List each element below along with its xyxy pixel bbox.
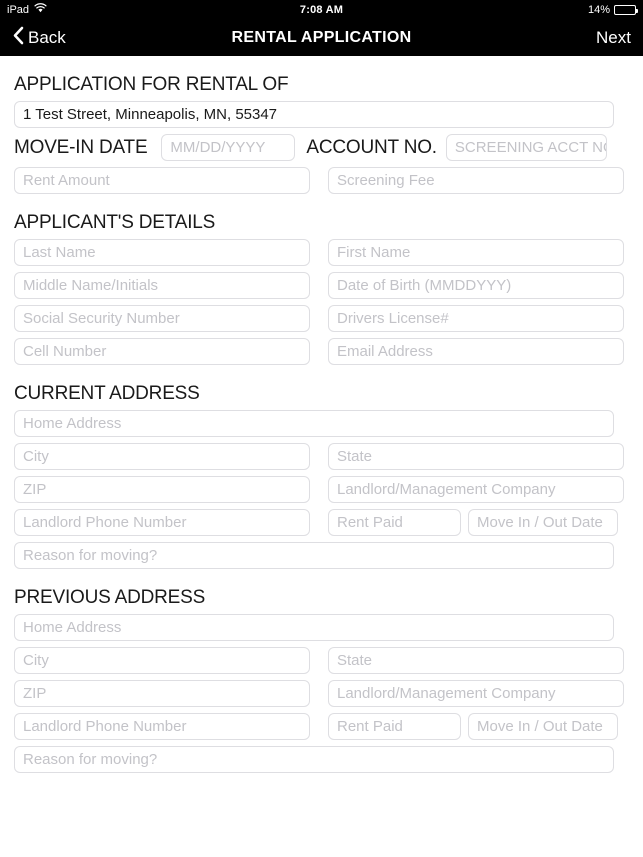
- last-name-input[interactable]: Last Name: [14, 239, 310, 266]
- previous-zip-landlord-row: ZIP Landlord/Management Company: [14, 680, 629, 707]
- back-button[interactable]: Back: [12, 26, 66, 50]
- rental-section-heading: APPLICATION FOR RENTAL OF: [14, 74, 289, 95]
- social-security-input[interactable]: Social Security Number: [14, 305, 310, 332]
- current-phone-rent-date-row: Landlord Phone Number Rent Paid Move In …: [14, 509, 629, 536]
- rent-screening-row: Rent Amount Screening Fee: [14, 167, 629, 194]
- battery-percent-label: 14%: [587, 3, 610, 16]
- navigation-bar: Back RENTAL APPLICATION Next: [0, 19, 643, 56]
- screening-fee-input[interactable]: Screening Fee: [328, 167, 624, 194]
- status-bar-time: 7:08 AM: [299, 3, 344, 16]
- rental-application-form: APPLICATION FOR RENTAL OF 1 Test Street,…: [0, 74, 643, 857]
- status-bar-right: 14%: [587, 3, 638, 16]
- ssn-license-row: Social Security Number Drivers License#: [14, 305, 629, 332]
- name-row: Last Name First Name: [14, 239, 629, 266]
- first-name-input[interactable]: First Name: [328, 239, 624, 266]
- next-button[interactable]: Next: [596, 28, 631, 48]
- previous-phone-rent-date-row: Landlord Phone Number Rent Paid Move In …: [14, 713, 629, 740]
- current-address-section-heading: CURRENT ADDRESS: [14, 383, 200, 404]
- move-in-date-input[interactable]: MM/DD/YYYY: [161, 134, 296, 161]
- previous-zip-input[interactable]: ZIP: [14, 680, 310, 707]
- cell-email-row: Cell Number Email Address: [14, 338, 629, 365]
- date-of-birth-input[interactable]: Date of Birth (MMDDYYY): [328, 272, 624, 299]
- account-no-input[interactable]: SCREENING ACCT NO: [445, 134, 607, 161]
- current-state-input[interactable]: State: [328, 443, 624, 470]
- chevron-left-icon: [12, 26, 24, 50]
- account-no-label: ACCOUNT NO.: [306, 136, 437, 158]
- rental-address-row: 1 Test Street, Minneapolis, MN, 55347: [14, 101, 629, 128]
- previous-move-in-out-date-input[interactable]: Move In / Out Date: [468, 713, 618, 740]
- current-reason-for-moving-input[interactable]: Reason for moving?: [14, 542, 614, 569]
- previous-home-address-row: Home Address: [14, 614, 629, 641]
- previous-city-state-row: City State: [14, 647, 629, 674]
- current-rent-paid-input[interactable]: Rent Paid: [328, 509, 461, 536]
- previous-city-input[interactable]: City: [14, 647, 310, 674]
- applicant-section-heading: APPLICANT'S DETAILS: [14, 212, 216, 233]
- current-landlord-phone-input[interactable]: Landlord Phone Number: [14, 509, 310, 536]
- email-address-input[interactable]: Email Address: [328, 338, 624, 365]
- current-landlord-company-input[interactable]: Landlord/Management Company: [328, 476, 624, 503]
- previous-landlord-company-input[interactable]: Landlord/Management Company: [328, 680, 624, 707]
- current-zip-landlord-row: ZIP Landlord/Management Company: [14, 476, 629, 503]
- status-bar: iPad 7:08 AM 14%: [0, 0, 643, 19]
- drivers-license-input[interactable]: Drivers License#: [328, 305, 624, 332]
- current-home-address-input[interactable]: Home Address: [14, 410, 614, 437]
- middle-name-input[interactable]: Middle Name/Initials: [14, 272, 310, 299]
- previous-home-address-input[interactable]: Home Address: [14, 614, 614, 641]
- rental-address-input[interactable]: 1 Test Street, Minneapolis, MN, 55347: [14, 101, 614, 128]
- previous-address-section-heading: PREVIOUS ADDRESS: [14, 587, 206, 608]
- previous-landlord-phone-input[interactable]: Landlord Phone Number: [14, 713, 310, 740]
- current-city-state-row: City State: [14, 443, 629, 470]
- current-move-in-out-date-input[interactable]: Move In / Out Date: [468, 509, 618, 536]
- move-in-date-label: MOVE-IN DATE: [14, 136, 148, 158]
- current-reason-row: Reason for moving?: [14, 542, 629, 569]
- rent-amount-input[interactable]: Rent Amount: [14, 167, 310, 194]
- current-zip-input[interactable]: ZIP: [14, 476, 310, 503]
- previous-state-input[interactable]: State: [328, 647, 624, 674]
- previous-reason-for-moving-input[interactable]: Reason for moving?: [14, 746, 614, 773]
- page-title: RENTAL APPLICATION: [231, 28, 412, 46]
- current-city-input[interactable]: City: [14, 443, 310, 470]
- battery-icon: [614, 4, 638, 15]
- current-home-address-row: Home Address: [14, 410, 629, 437]
- cell-number-input[interactable]: Cell Number: [14, 338, 310, 365]
- move-in-account-row: MOVE-IN DATE MM/DD/YYYY ACCOUNT NO. SCRE…: [14, 134, 629, 161]
- back-button-label: Back: [28, 27, 66, 47]
- middle-name-dob-row: Middle Name/Initials Date of Birth (MMDD…: [14, 272, 629, 299]
- previous-reason-row: Reason for moving?: [14, 746, 629, 773]
- previous-rent-paid-input[interactable]: Rent Paid: [328, 713, 461, 740]
